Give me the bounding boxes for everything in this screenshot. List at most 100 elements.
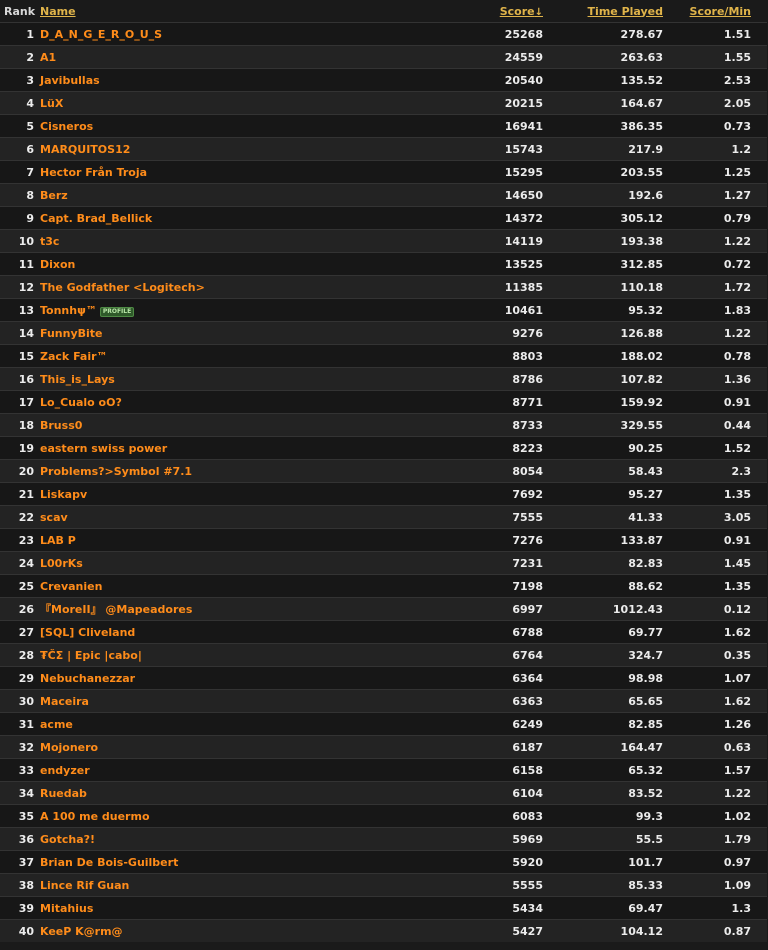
name-cell: eastern swiss power — [40, 436, 459, 460]
score-cell: 5427 — [459, 919, 573, 942]
score-header-label[interactable]: Score — [500, 5, 535, 18]
player-name-link[interactable]: [SQL] Cliveland — [40, 626, 135, 639]
name-cell: A1 — [40, 45, 459, 69]
time-played-cell: 65.65 — [573, 689, 665, 713]
player-name-link[interactable]: Javibullas — [40, 74, 100, 87]
name-cell: Maceira — [40, 689, 459, 713]
player-name-link[interactable]: A1 — [40, 51, 56, 64]
table-row: 30 Maceira 6363 65.65 1.62 — [0, 689, 767, 713]
player-name-link[interactable]: Maceira — [40, 695, 89, 708]
player-name-link[interactable]: Brian De Bois-Guilbert — [40, 856, 178, 869]
score-cell: 8771 — [459, 390, 573, 414]
player-name-link[interactable]: Crevanien — [40, 580, 102, 593]
player-name-link[interactable]: Tonnhψ™ — [40, 304, 97, 317]
score-per-min-cell: 1.62 — [665, 689, 767, 713]
time-played-cell: 107.82 — [573, 367, 665, 391]
player-name-link[interactable]: ₮ČΣ | Epic |cabo| — [40, 649, 142, 662]
player-name-link[interactable]: Dixon — [40, 258, 75, 271]
rank-cell: 29 — [0, 666, 40, 690]
player-name-link[interactable]: Zack Fair™ — [40, 350, 108, 363]
rank-cell: 34 — [0, 781, 40, 805]
player-name-link[interactable]: Lince Rif Guan — [40, 879, 129, 892]
table-row: 32 Mojonero 6187 164.47 0.63 — [0, 735, 767, 759]
table-row: 15 Zack Fair™ 8803 188.02 0.78 — [0, 344, 767, 368]
player-name-link[interactable]: Bruss0 — [40, 419, 82, 432]
player-name-link[interactable]: Mitahius — [40, 902, 93, 915]
player-name-link[interactable]: D_A_N_G_E_R_O_U_S — [40, 28, 162, 41]
player-name-link[interactable]: Lo_Cualo oO? — [40, 396, 122, 409]
table-row: 28 ₮ČΣ | Epic |cabo| 6764 324.7 0.35 — [0, 643, 767, 667]
name-cell: Cisneros — [40, 114, 459, 138]
rank-cell: 1 — [0, 22, 40, 46]
score-per-min-cell: 2.53 — [665, 68, 767, 92]
name-cell: Hector Från Troja — [40, 160, 459, 184]
profile-badge[interactable]: PROFILE — [99, 306, 135, 317]
score-cell: 8803 — [459, 344, 573, 368]
score-per-min-cell: 1.35 — [665, 574, 767, 598]
time-played-cell: 82.83 — [573, 551, 665, 575]
name-cell: Gotcha?! — [40, 827, 459, 851]
player-name-link[interactable]: The Godfather <Logitech> — [40, 281, 205, 294]
score-cell: 14650 — [459, 183, 573, 207]
rank-cell: 9 — [0, 206, 40, 230]
score-cell: 15295 — [459, 160, 573, 184]
score-cell: 20215 — [459, 91, 573, 115]
score-cell: 5920 — [459, 850, 573, 874]
score-per-min-cell: 1.35 — [665, 482, 767, 506]
player-name-link[interactable]: 『MoreII』 @Mapeadores — [40, 603, 192, 616]
player-name-link[interactable]: Liskapv — [40, 488, 87, 501]
table-row: 22 scav 7555 41.33 3.05 — [0, 505, 767, 529]
player-name-link[interactable]: Cisneros — [40, 120, 93, 133]
player-name-link[interactable]: eastern swiss power — [40, 442, 167, 455]
score-cell: 8054 — [459, 459, 573, 483]
player-name-link[interactable]: L00rKs — [40, 557, 83, 570]
rank-cell: 10 — [0, 229, 40, 253]
rank-cell: 36 — [0, 827, 40, 851]
player-name-link[interactable]: scav — [40, 511, 68, 524]
rank-cell: 23 — [0, 528, 40, 552]
player-name-link[interactable]: Capt. Brad_Bellick — [40, 212, 152, 225]
leaderboard-table: Rank Name Score↓ Time Played Score/Min 1… — [0, 0, 767, 942]
time-played-sort-header[interactable]: Time Played — [573, 0, 665, 23]
player-name-link[interactable]: Hector Från Troja — [40, 166, 147, 179]
player-name-link[interactable]: MARQUITOS12 — [40, 143, 130, 156]
player-name-link[interactable]: Gotcha?! — [40, 833, 95, 846]
time-played-cell: 386.35 — [573, 114, 665, 138]
table-row: 11 Dixon 13525 312.85 0.72 — [0, 252, 767, 276]
rank-cell: 2 — [0, 45, 40, 69]
score-per-min-cell: 1.52 — [665, 436, 767, 460]
score-per-min-header-label[interactable]: Score/Min — [690, 5, 751, 18]
player-name-link[interactable]: Berz — [40, 189, 68, 202]
player-name-link[interactable]: KeeP K@rm@ — [40, 925, 123, 938]
player-name-link[interactable]: Nebuchanezzar — [40, 672, 135, 685]
table-row: 19 eastern swiss power 8223 90.25 1.52 — [0, 436, 767, 460]
rank-cell: 25 — [0, 574, 40, 598]
score-cell: 20540 — [459, 68, 573, 92]
player-name-link[interactable]: This_is_Lays — [40, 373, 115, 386]
player-name-link[interactable]: Ruedab — [40, 787, 87, 800]
name-header-label[interactable]: Name — [40, 5, 76, 18]
rank-header: Rank — [0, 0, 40, 23]
name-sort-header[interactable]: Name — [40, 0, 459, 23]
name-cell: Zack Fair™ — [40, 344, 459, 368]
player-name-link[interactable]: Mojonero — [40, 741, 98, 754]
player-name-link[interactable]: FunnyBite — [40, 327, 103, 340]
player-name-link[interactable]: Problems?>Symbol #7.1 — [40, 465, 192, 478]
player-name-link[interactable]: LAB P — [40, 534, 76, 547]
score-per-min-sort-header[interactable]: Score/Min — [665, 0, 767, 23]
name-cell: Tonnhψ™ PROFILE — [40, 298, 459, 322]
rank-cell: 39 — [0, 896, 40, 920]
player-name-link[interactable]: LüX — [40, 97, 63, 110]
rank-cell: 26 — [0, 597, 40, 621]
player-name-link[interactable]: acme — [40, 718, 73, 731]
score-per-min-cell: 1.36 — [665, 367, 767, 391]
table-row: 29 Nebuchanezzar 6364 98.98 1.07 — [0, 666, 767, 690]
player-name-link[interactable]: t3c — [40, 235, 59, 248]
time-played-header-label[interactable]: Time Played — [588, 5, 663, 18]
score-sort-header[interactable]: Score↓ — [459, 0, 573, 23]
score-cell: 6764 — [459, 643, 573, 667]
player-name-link[interactable]: endyzer — [40, 764, 90, 777]
player-name-link[interactable]: A 100 me duermo — [40, 810, 150, 823]
time-played-cell: 305.12 — [573, 206, 665, 230]
score-cell: 7276 — [459, 528, 573, 552]
